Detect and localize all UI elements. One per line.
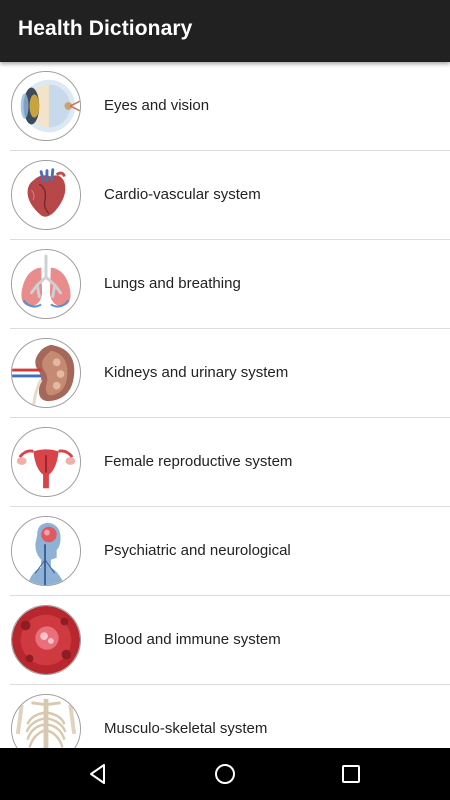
list-item-label: Eyes and vision [104,97,210,114]
list-item-lungs-and-breathing[interactable]: Lungs and breathing [0,240,450,329]
list-item-label: Psychiatric and neurological [104,542,291,559]
list-item-label: Cardio-vascular system [104,186,261,203]
list-item-label: Kidneys and urinary system [104,364,289,381]
list-item-female-reproductive-system[interactable]: Female reproductive system [0,418,450,507]
list-item-label: Lungs and breathing [104,275,241,292]
home-icon[interactable] [211,760,239,788]
list-item-cardio-vascular-system[interactable]: Cardio-vascular system [0,151,450,240]
health-dictionary-app: Health Dictionary Eyes and vision Cardio… [0,0,450,800]
list-item-label: Blood and immune system [104,631,281,648]
eye-icon [11,71,81,141]
kidney-icon [11,338,81,408]
list-item-label: Musculo-skeletal system [104,720,268,737]
uterus-icon [11,427,81,497]
list-item-psychiatric-and-neurological[interactable]: Psychiatric and neurological [0,507,450,596]
page-title: Health Dictionary [18,17,193,40]
list-item-blood-and-immune-system[interactable]: Blood and immune system [0,596,450,685]
list-item-eyes-and-vision[interactable]: Eyes and vision [0,62,450,151]
heart-icon [11,160,81,230]
brain-icon [11,516,81,586]
list-item-label: Female reproductive system [104,453,293,470]
recents-icon[interactable] [337,760,365,788]
navigation-bar [0,748,450,800]
blood-cell-icon [11,605,81,675]
list-item-kidneys-and-urinary-system[interactable]: Kidneys and urinary system [0,329,450,418]
lungs-icon [11,249,81,319]
back-icon[interactable] [84,760,112,788]
list-item-musculo-skeletal-system[interactable]: Musculo-skeletal system [0,685,450,748]
skeleton-icon [11,694,81,748]
category-list[interactable]: Eyes and vision Cardio-vascular system L… [0,62,450,748]
app-bar: Health Dictionary [0,0,450,62]
